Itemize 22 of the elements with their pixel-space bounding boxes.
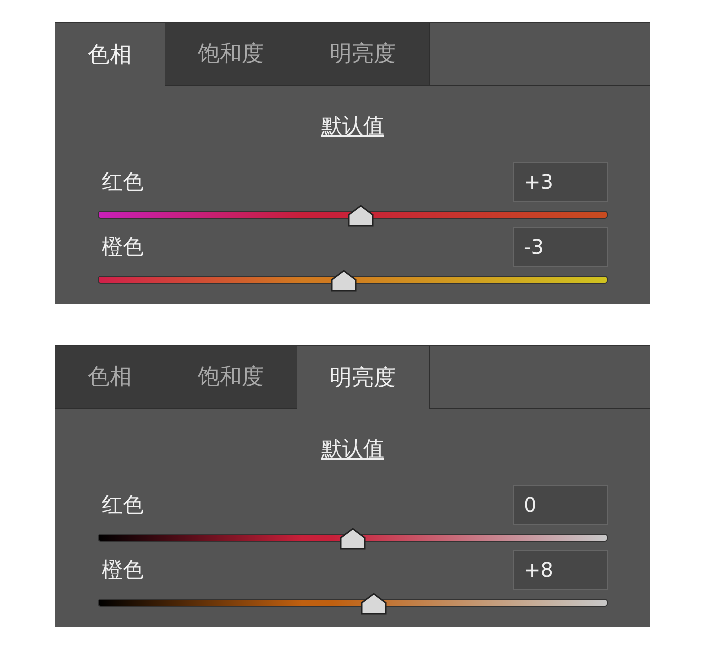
default-link[interactable]: 默认值 [322, 435, 384, 463]
value-field[interactable]: 0 [513, 485, 608, 525]
tab[interactable]: 色相 [55, 346, 165, 409]
slider-thumb[interactable] [330, 270, 357, 292]
value-field[interactable]: -3 [513, 227, 608, 267]
slider-label: 红色 [102, 492, 144, 519]
slider-track[interactable] [98, 599, 608, 607]
slider-thumb[interactable] [348, 205, 374, 227]
slider-track[interactable] [98, 276, 608, 284]
slider-thumb[interactable] [340, 528, 366, 550]
slider-label: 红色 [102, 169, 144, 196]
tab[interactable]: 饱和度 [165, 23, 297, 86]
slider-track[interactable] [98, 534, 608, 542]
slider-label: 橙色 [102, 557, 144, 584]
slider-track[interactable] [98, 211, 608, 219]
default-link[interactable]: 默认值 [322, 112, 384, 140]
value-field[interactable]: +3 [513, 162, 608, 202]
tab[interactable]: 明亮度 [297, 23, 429, 86]
slider-thumb[interactable] [360, 593, 387, 615]
tab[interactable]: 饱和度 [165, 346, 297, 409]
slider-label: 橙色 [102, 234, 144, 261]
value-field[interactable]: +8 [513, 550, 608, 590]
